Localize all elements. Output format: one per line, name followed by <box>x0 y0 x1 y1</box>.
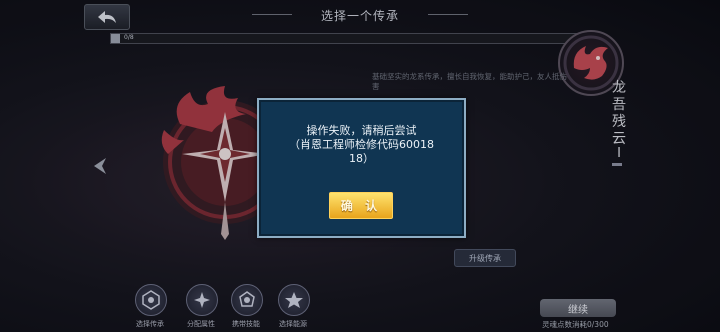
game-screen: 选择一个传承 0/8 龙吾残云 I 基础坚实的龙系传承，擅长自我恢复，能助护己，… <box>0 0 720 332</box>
error-message-line: （肖恩工程师检修代码60018 <box>289 138 434 151</box>
confirm-button[interactable]: 确 认 <box>329 192 393 219</box>
error-message: 操作失败，请稍后尝试 （肖恩工程师检修代码60018 18） <box>259 124 464 166</box>
error-dialog: 操作失败，请稍后尝试 （肖恩工程师检修代码60018 18） 确 认 <box>257 98 466 238</box>
error-message-line: 操作失败，请稍后尝试 <box>306 124 417 137</box>
error-message-line: 18） <box>349 152 374 165</box>
